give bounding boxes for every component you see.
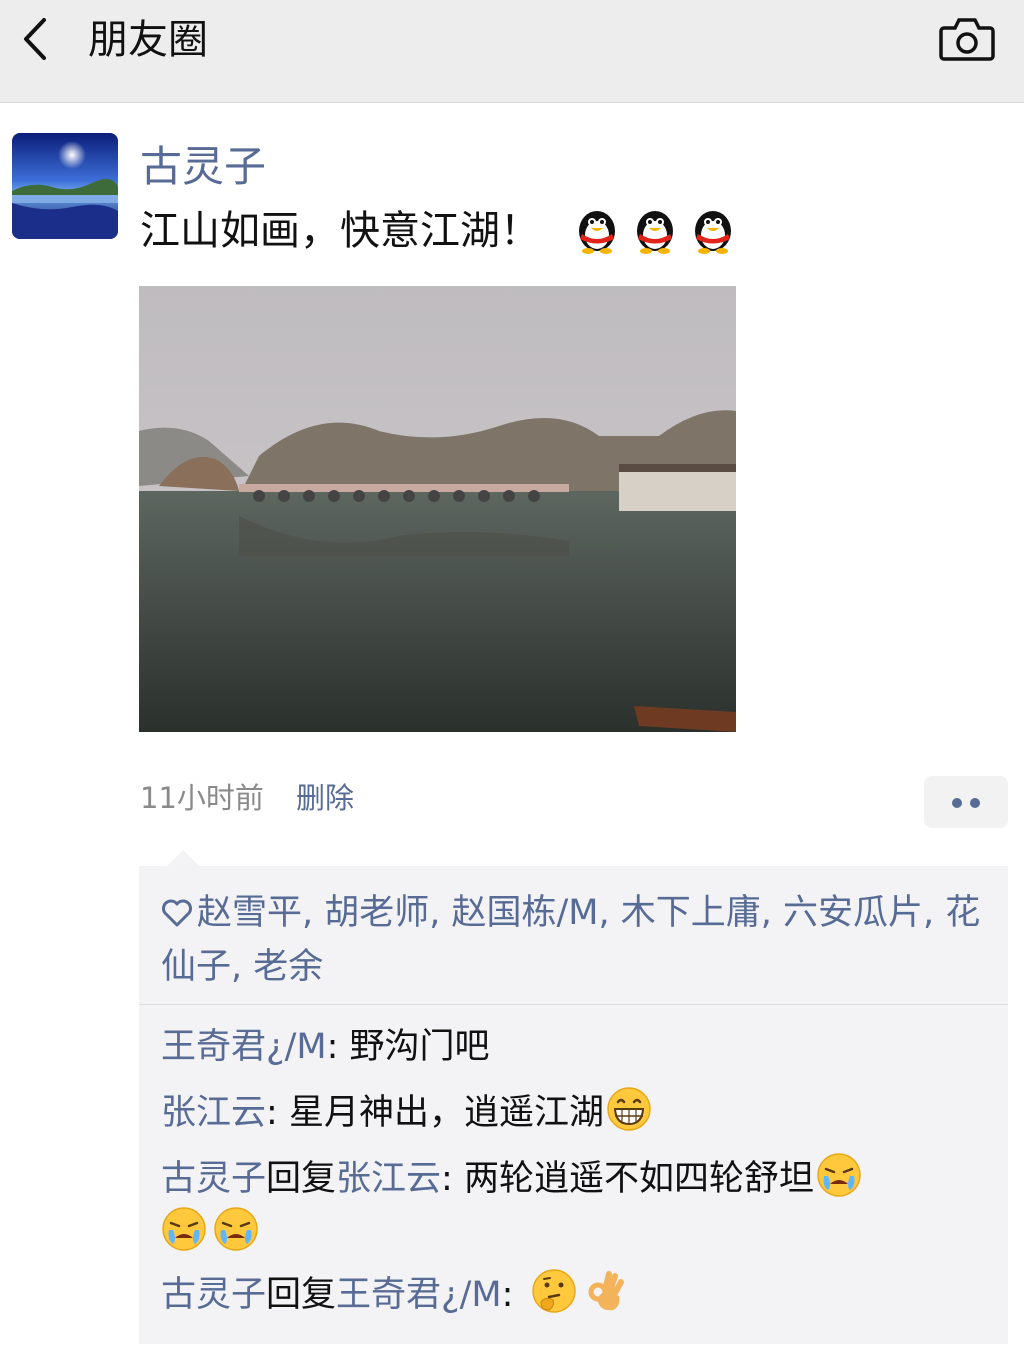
comment-separator: :: [266, 1093, 289, 1133]
more-options-button[interactable]: [924, 776, 1008, 828]
comment-text: 野沟门吧: [349, 1027, 490, 1067]
crying-emoji: [817, 1153, 861, 1197]
comment-item[interactable]: 张江云: 星月神出，逍遥江湖: [161, 1086, 981, 1140]
camera-icon[interactable]: [938, 16, 996, 62]
comment-reply-word: 回复: [266, 1275, 337, 1315]
crying-emoji: [214, 1207, 258, 1251]
comment-emoji-line: [161, 1206, 981, 1260]
comment-item[interactable]: 古灵子回复张江云: 两轮逍遥不如四轮舒坦: [161, 1152, 981, 1206]
post-time: 11小时前: [140, 781, 264, 815]
comment-author[interactable]: 古灵子: [161, 1275, 266, 1315]
avatar[interactable]: [12, 133, 118, 239]
penguin-emoji: [579, 211, 615, 254]
comment-author[interactable]: 张江云: [161, 1093, 266, 1133]
post-text: 江山如画，快意江湖！: [140, 204, 738, 258]
delete-link[interactable]: 删除: [296, 778, 354, 818]
post-author[interactable]: 古灵子: [140, 140, 266, 194]
top-bar: 朋友圈: [0, 0, 1024, 103]
comment-separator: :: [326, 1027, 350, 1067]
post-photo[interactable]: [139, 286, 736, 732]
penguin-emoji: [695, 211, 731, 254]
likes-row: 赵雪平, 胡老师, 赵国栋/M, 木下上庸, 六安瓜片, 花仙子, 老余: [161, 886, 981, 994]
penguin-emoji: [637, 211, 673, 254]
grin-emoji: [607, 1087, 651, 1131]
comment-item[interactable]: 古灵子回复王奇君¿/M:: [161, 1268, 981, 1322]
thinking-emoji: [531, 1269, 576, 1313]
comment-text: 两轮逍遥不如四轮舒坦: [463, 1159, 814, 1199]
comment-box-arrow: [167, 850, 199, 866]
comment-author[interactable]: 王奇君¿/M: [161, 1027, 327, 1067]
comment-text: 星月神出，逍遥江湖: [288, 1093, 604, 1133]
page-title: 朋友圈: [88, 17, 208, 63]
interaction-box: 赵雪平, 胡老师, 赵国栋/M, 木下上庸, 六安瓜片, 花仙子, 老余 王奇君…: [139, 866, 1008, 1344]
divider: [139, 1004, 1008, 1005]
more-dot-icon: [952, 798, 962, 808]
likes-names[interactable]: 赵雪平, 胡老师, 赵国栋/M, 木下上庸, 六安瓜片, 花仙子, 老余: [161, 893, 980, 987]
crying-emoji: [162, 1207, 206, 1251]
comment-reply-word: 回复: [266, 1159, 337, 1199]
comment-separator: :: [441, 1159, 464, 1199]
post-text-content: 江山如画，快意江湖！: [140, 208, 540, 254]
comment-reply-target[interactable]: 张江云: [336, 1159, 441, 1199]
more-dot-icon: [970, 798, 980, 808]
heart-outline-icon: [162, 899, 192, 927]
comment-item[interactable]: 王奇君¿/M: 野沟门吧: [161, 1020, 981, 1074]
comment-separator: :: [501, 1275, 525, 1315]
comment-author[interactable]: 古灵子: [161, 1159, 266, 1199]
comment-reply-target[interactable]: 王奇君¿/M: [336, 1275, 502, 1315]
chevron-left-icon[interactable]: [16, 14, 56, 64]
ok-hand-emoji: [588, 1271, 624, 1311]
